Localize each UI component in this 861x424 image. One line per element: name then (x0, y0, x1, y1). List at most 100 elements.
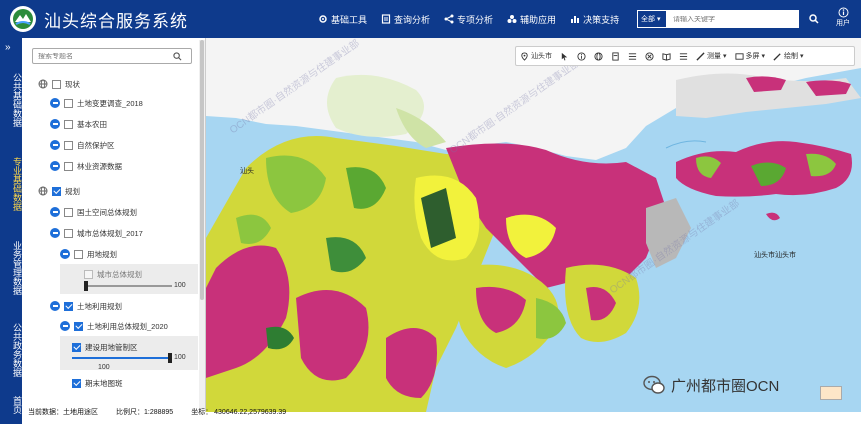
tree-item-land-survey[interactable]: 土地变更调查_2018 (50, 94, 143, 112)
tree-group-planning[interactable]: 规划 (38, 182, 80, 200)
globe-tool[interactable] (594, 51, 603, 61)
overview-map-thumbnail[interactable] (820, 386, 842, 400)
search-input[interactable] (667, 15, 775, 23)
farmland-checkbox[interactable] (64, 119, 73, 129)
scrollbar-thumb[interactable] (200, 40, 204, 300)
search-icon[interactable] (173, 51, 182, 61)
collapse-icon[interactable] (50, 98, 60, 108)
user-menu[interactable]: 用户 (832, 7, 854, 28)
search-scope-label: 全部 (641, 16, 655, 23)
territorial-plan-checkbox[interactable] (64, 207, 73, 217)
book-icon (662, 52, 671, 61)
city-plan-2017-checkbox[interactable] (64, 228, 73, 238)
clear-tool[interactable] (645, 51, 654, 61)
legend-tool[interactable] (679, 52, 688, 61)
land-use-group-checkbox[interactable] (64, 301, 73, 311)
tree-item-forestry[interactable]: 林业资源数据 (50, 157, 122, 175)
territorial-plan-label: 国土空间总体规划 (77, 207, 137, 217)
rail-category-home[interactable]: 首页 (0, 390, 22, 420)
location-picker[interactable]: 汕头市 (520, 51, 552, 61)
status-group-checkbox[interactable] (52, 79, 61, 89)
book-tool[interactable] (662, 52, 671, 61)
nav-basic-tools[interactable]: 基础工具 (318, 13, 367, 26)
nav-special-analysis-label: 专项分析 (457, 14, 494, 25)
slider-track (84, 285, 172, 287)
slider-knob[interactable] (168, 353, 172, 363)
select-tool[interactable] (560, 52, 569, 61)
forestry-checkbox[interactable] (64, 161, 73, 171)
screen-icon (734, 52, 744, 60)
measure-tool[interactable]: 测量 ▾ (696, 51, 727, 61)
collapse-icon[interactable] (50, 119, 60, 129)
panel-scrollbar[interactable] (199, 40, 205, 410)
tree-group-status[interactable]: 现状 (38, 75, 80, 93)
app-header: 汕头综合服务系统 基础工具 查询分析 专项分析 辅助应用 决策支持 全部 ▾ 请… (0, 0, 861, 38)
globe-icon (38, 186, 48, 196)
layers-tool[interactable] (611, 51, 620, 61)
land-survey-checkbox[interactable] (64, 98, 73, 108)
land-use-plan-checkbox[interactable] (74, 249, 83, 259)
main-nav: 基础工具 查询分析 专项分析 辅助应用 决策支持 (318, 0, 619, 38)
nav-decision-support[interactable]: 决策支持 (570, 13, 619, 26)
nav-auxiliary-apps[interactable]: 辅助应用 (507, 13, 556, 26)
measure-label: 测量 (707, 53, 721, 60)
tree-item-city-plan-2017[interactable]: 城市总体规划_2017 (50, 224, 143, 242)
legend-icon (679, 52, 688, 60)
nav-basic-tools-label: 基础工具 (331, 14, 368, 25)
tree-layer-period-end[interactable]: 期末地图斑 (72, 374, 123, 392)
user-icon (838, 7, 848, 18)
map-canvas[interactable]: 汕头 汕头市汕头市 OCN都市圈·自然资源与住建事业部 OCN都市圈·自然资源与… (206, 38, 861, 412)
land-use-group-label: 土地利用规划 (77, 301, 122, 311)
construction-zone-checkbox[interactable] (72, 342, 81, 352)
slider-fill (72, 357, 168, 359)
collapse-icon[interactable] (60, 249, 70, 259)
collapse-icon[interactable] (60, 321, 70, 331)
construction-opacity-value: 100 (174, 354, 186, 361)
construction-opacity-slider[interactable] (72, 353, 172, 363)
topic-search (32, 48, 192, 64)
globe-icon (38, 79, 48, 89)
tree-item-farmland[interactable]: 基本农田 (50, 115, 107, 133)
collapse-rail-icon[interactable]: » (5, 42, 11, 53)
pointer-icon (561, 52, 568, 61)
rail-category-professional-base[interactable]: 专业基础数据 (0, 144, 22, 224)
land-survey-label: 土地变更调查_2018 (77, 98, 143, 108)
search-scope-select[interactable]: 全部 ▾ (637, 10, 667, 28)
tree-item-territorial-plan[interactable]: 国土空间总体规划 (50, 203, 137, 221)
construction-zone-label: 建设用地管制区 (85, 342, 138, 352)
rail-category-business-mgmt[interactable]: 业务管理数据 (0, 228, 22, 308)
city-master-layer-checkbox[interactable] (84, 269, 93, 279)
rail-category-public-gov[interactable]: 公共政务数据 (0, 310, 22, 390)
nav-query-analysis[interactable]: 查询分析 (381, 13, 430, 26)
location-label: 汕头市 (531, 53, 552, 60)
tree-item-land-use-master[interactable]: 土地利用总体规划_2020 (60, 317, 168, 335)
forestry-label: 林业资源数据 (77, 161, 122, 171)
list-tool[interactable] (628, 52, 637, 61)
pencil-icon (773, 52, 781, 61)
collapse-icon[interactable] (50, 207, 60, 217)
layers-icon (612, 51, 619, 61)
collapse-icon[interactable] (50, 228, 60, 238)
planning-group-checkbox[interactable] (52, 186, 61, 196)
tree-item-nature-reserve[interactable]: 自然保护区 (50, 136, 115, 154)
rail-category-public-base[interactable]: 公共基础数据 (0, 60, 22, 140)
city-master-opacity-slider[interactable] (84, 281, 172, 291)
info-tool[interactable] (577, 51, 586, 61)
multi-screen-tool[interactable]: 多屏 ▾ (734, 51, 765, 61)
draw-tool[interactable]: 绘制 ▾ (773, 51, 804, 61)
collapse-icon[interactable] (50, 301, 60, 311)
document-icon (381, 14, 391, 24)
nature-reserve-checkbox[interactable] (64, 140, 73, 150)
period-end-checkbox[interactable] (72, 378, 81, 388)
land-use-master-checkbox[interactable] (74, 321, 83, 331)
collapse-icon[interactable] (50, 140, 60, 150)
nav-decision-support-label: 决策支持 (583, 14, 620, 25)
map-label-shantou-port: 汕头市汕头市 (754, 252, 796, 259)
nav-special-analysis[interactable]: 专项分析 (444, 13, 493, 26)
topic-search-input[interactable] (33, 52, 173, 60)
collapse-icon[interactable] (50, 161, 60, 171)
tree-item-land-use-group[interactable]: 土地利用规划 (50, 297, 122, 315)
slider-knob[interactable] (84, 281, 88, 291)
tree-item-land-use-plan[interactable]: 用地规划 (60, 245, 117, 263)
search-button[interactable] (804, 10, 824, 28)
